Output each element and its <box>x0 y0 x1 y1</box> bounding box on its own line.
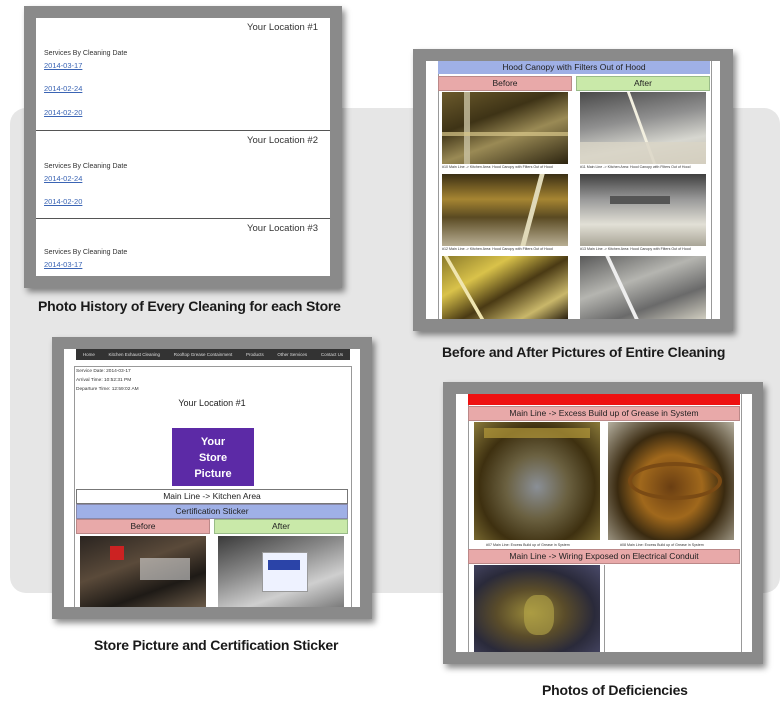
location-title: Your Location #1 <box>247 22 318 33</box>
photo-caption: #12 Main Line -> Kitchen Area: Hood Cano… <box>442 247 553 251</box>
section-header: Hood Canopy with Filters Out of Hood <box>438 61 710 74</box>
store-picture-line: Store <box>198 452 228 464</box>
cleaning-date-link[interactable]: 2014-02-20 <box>44 197 82 206</box>
deficiency-header: Main Line -> Excess Build up of Grease i… <box>468 406 740 421</box>
photo-caption: #07 Main Line: Excess Build up of Grease… <box>486 543 570 547</box>
top-nav: Home Kitchen Exhaust Cleaning Rooftop Gr… <box>76 349 350 360</box>
area-header: Main Line -> Kitchen Area <box>76 489 348 504</box>
photo-history-screenshot: Your Location #1 Services By Cleaning Da… <box>24 6 342 288</box>
store-picture-screenshot: Home Kitchen Exhaust Cleaning Rooftop Gr… <box>52 337 372 619</box>
nav-kitchen-exhaust-cleaning[interactable]: Kitchen Exhaust Cleaning <box>109 352 161 357</box>
after-photo[interactable] <box>580 256 706 319</box>
store-picture-caption: Store Picture and Certification Sticker <box>94 637 339 653</box>
nav-rooftop-grease-containment[interactable]: Rooftop Grease Containment <box>174 352 233 357</box>
photo-caption: #08 Main Line: Excess Build up of Grease… <box>620 543 704 547</box>
departure-time: Departure Time: 12:59:02 AM <box>76 387 139 392</box>
services-heading: Services By Cleaning Date <box>44 163 128 170</box>
cleaning-date-link[interactable]: 2014-02-24 <box>44 174 82 183</box>
after-sticker-photo[interactable] <box>218 536 344 607</box>
deficiency-photo[interactable] <box>608 422 734 540</box>
service-date: Service Date: 2014-03-17 <box>76 369 131 374</box>
nav-products[interactable]: Products <box>246 352 264 357</box>
store-picture-page: Home Kitchen Exhaust Cleaning Rooftop Gr… <box>64 349 360 607</box>
deficiencies-caption: Photos of Deficiencies <box>542 682 688 698</box>
nav-contact-us[interactable]: Contact Us <box>321 352 343 357</box>
after-label: After <box>576 76 710 91</box>
deficiency-photo[interactable] <box>474 422 600 540</box>
before-after-screenshot: Hood Canopy with Filters Out of Hood Bef… <box>413 49 733 331</box>
deficiency-photo[interactable] <box>474 565 600 652</box>
store-picture-line: Your <box>200 436 226 448</box>
cleaning-date-link[interactable]: 2014-02-24 <box>44 84 82 93</box>
photo-history-caption: Photo History of Every Cleaning for each… <box>38 298 341 314</box>
after-photo[interactable] <box>580 174 706 246</box>
section-header: Certification Sticker <box>76 504 348 519</box>
after-photo[interactable] <box>580 92 706 164</box>
services-heading: Services By Cleaning Date <box>44 50 128 57</box>
cleaning-date-link[interactable]: 2014-02-20 <box>44 108 82 117</box>
deficiencies-banner: Deficiencies <box>468 394 740 405</box>
before-label: Before <box>76 519 210 534</box>
nav-other-services[interactable]: Other Services <box>277 352 307 357</box>
store-picture-line: Picture <box>194 468 232 480</box>
arrival-time: Arrival Time: 10:52:31 PM <box>76 378 132 383</box>
before-after-page: Hood Canopy with Filters Out of Hood Bef… <box>426 61 720 319</box>
before-after-caption: Before and After Pictures of Entire Clea… <box>442 344 726 360</box>
deficiencies-page: Deficiencies Main Line -> Excess Build u… <box>456 394 752 652</box>
location-block: Your Location #3 Services By Cleaning Da… <box>36 218 330 276</box>
photo-caption: #11 Main Line -> Kitchen Area: Hood Cano… <box>580 165 691 169</box>
location-block: Your Location #2 Services By Cleaning Da… <box>36 130 330 219</box>
location-block: Your Location #1 Services By Cleaning Da… <box>36 18 330 130</box>
store-picture[interactable]: Your Store Picture <box>172 428 254 486</box>
deficiency-header: Main Line -> Wiring Exposed on Electrica… <box>468 549 740 564</box>
before-photo[interactable] <box>442 174 568 246</box>
photo-caption: #13 Main Line -> Kitchen Area: Hood Cano… <box>580 247 691 251</box>
services-heading: Services By Cleaning Date <box>44 249 128 256</box>
cleaning-date-link[interactable]: 2014-03-17 <box>44 61 82 70</box>
nav-home[interactable]: Home <box>83 352 95 357</box>
before-label: Before <box>438 76 572 91</box>
before-sticker-photo[interactable] <box>80 536 206 607</box>
cleaning-date-link[interactable]: 2014-03-17 <box>44 260 82 269</box>
photo-caption: #10 Main Line -> Kitchen Area: Hood Cano… <box>442 165 553 169</box>
location-title: Your Location #1 <box>178 398 246 408</box>
deficiencies-screenshot: Deficiencies Main Line -> Excess Build u… <box>443 382 763 664</box>
before-photo[interactable] <box>442 92 568 164</box>
location-title: Your Location #2 <box>247 135 318 146</box>
location-title: Your Location #3 <box>247 223 318 234</box>
after-label: After <box>214 519 348 534</box>
before-photo[interactable] <box>442 256 568 319</box>
photo-history-page: Your Location #1 Services By Cleaning Da… <box>36 18 330 276</box>
